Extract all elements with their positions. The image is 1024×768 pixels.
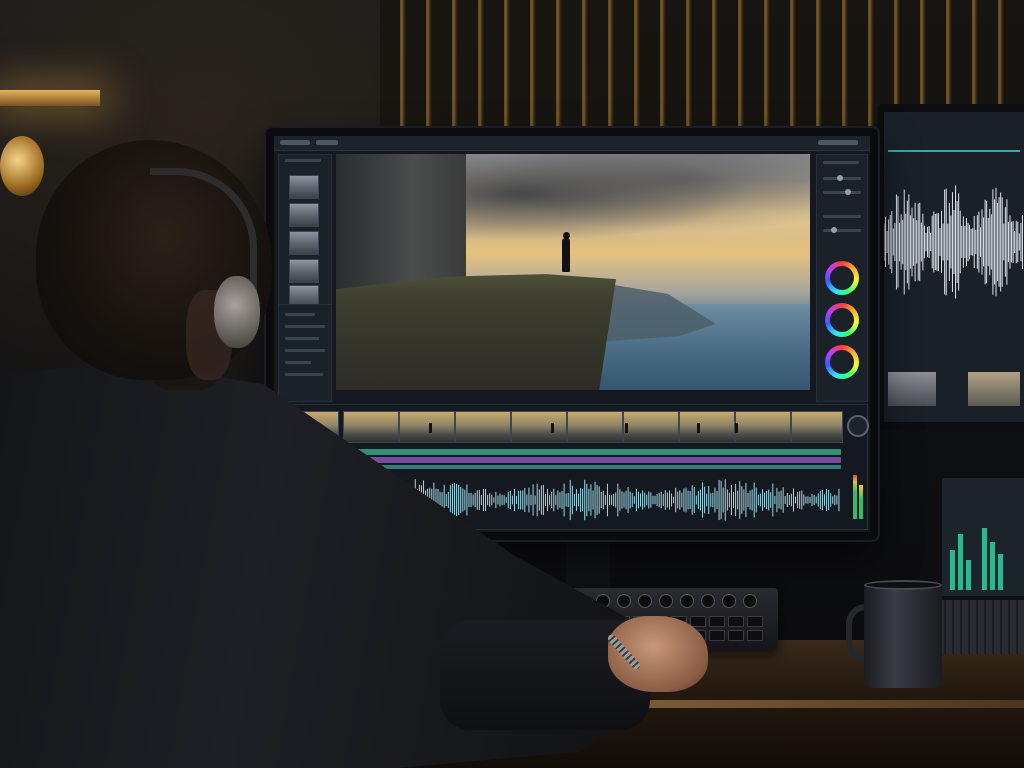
timeline-clip[interactable] xyxy=(735,411,791,443)
timeline-clip[interactable] xyxy=(791,411,843,443)
console-knob[interactable] xyxy=(617,594,631,608)
console-key[interactable] xyxy=(690,616,706,627)
color-wheel-icon[interactable] xyxy=(825,261,859,295)
inspector-row xyxy=(285,349,325,352)
color-wheel-icon[interactable] xyxy=(825,303,859,337)
media-thumbnail[interactable] xyxy=(289,203,319,227)
console-knob[interactable] xyxy=(680,594,694,608)
timeline-clip[interactable] xyxy=(343,411,399,443)
media-thumbnail[interactable] xyxy=(289,175,319,199)
laptop-screen-meters xyxy=(942,478,1024,596)
inspector-row xyxy=(285,361,311,364)
laptop-keyboard xyxy=(938,600,1024,654)
color-wheel-icon[interactable] xyxy=(825,345,859,379)
timeline-clip[interactable] xyxy=(567,411,623,443)
timeline-clip[interactable] xyxy=(399,411,455,443)
audio-track-bar[interactable] xyxy=(345,465,841,469)
clip-figure xyxy=(735,423,738,433)
level-meter xyxy=(990,542,995,590)
menu-item[interactable] xyxy=(818,140,858,145)
console-knob[interactable] xyxy=(638,594,652,608)
slider-knob[interactable] xyxy=(845,189,851,195)
inspector-row xyxy=(285,313,315,316)
menu-item[interactable] xyxy=(316,140,338,145)
inspector-row xyxy=(285,337,319,340)
level-meter xyxy=(950,550,955,590)
level-meter xyxy=(982,528,987,590)
slider-knob[interactable] xyxy=(837,175,843,181)
mug-rim xyxy=(864,580,942,590)
timeline-clip[interactable] xyxy=(455,411,511,443)
console-key[interactable] xyxy=(747,616,763,627)
silhouette-figure xyxy=(562,238,570,272)
level-meter xyxy=(998,554,1003,590)
audio-editor-screen xyxy=(884,112,1024,422)
video-preview-viewer[interactable] xyxy=(336,154,810,390)
audio-track-line xyxy=(888,150,1020,152)
laptop xyxy=(936,472,1024,600)
secondary-monitor xyxy=(878,104,1024,430)
clip-thumbnail xyxy=(888,372,936,406)
console-knob[interactable] xyxy=(659,594,673,608)
jog-wheel-icon[interactable] xyxy=(847,415,869,437)
timeline-clip[interactable] xyxy=(679,411,735,443)
clip-figure xyxy=(625,423,628,433)
color-grading-panel xyxy=(816,154,868,402)
level-meter xyxy=(966,560,971,590)
clip-thumbnail xyxy=(968,372,1020,406)
inspector-panel xyxy=(278,304,332,402)
console-knob[interactable] xyxy=(722,594,736,608)
clip-figure xyxy=(697,423,700,433)
grading-slider[interactable] xyxy=(823,229,861,232)
console-key[interactable] xyxy=(709,616,725,627)
timeline-clip[interactable] xyxy=(511,411,567,443)
clip-figure xyxy=(429,423,432,433)
menu-item[interactable] xyxy=(280,140,310,145)
panel-header xyxy=(823,161,859,164)
video-track-bar[interactable] xyxy=(345,449,841,455)
monitor-stand xyxy=(566,540,610,590)
audio-level-meter-left xyxy=(853,475,857,519)
media-thumbnail[interactable] xyxy=(289,231,319,255)
headphones-icon xyxy=(214,276,260,348)
brass-lamp xyxy=(0,136,44,196)
console-knob[interactable] xyxy=(743,594,757,608)
panel-header xyxy=(285,159,321,162)
console-knob[interactable] xyxy=(701,594,715,608)
timeline-clip[interactable] xyxy=(623,411,679,443)
inspector-row xyxy=(285,373,323,376)
coffee-mug-icon xyxy=(864,584,942,688)
inspector-row xyxy=(285,325,325,328)
glowing-shelf xyxy=(0,90,100,106)
grading-slider[interactable] xyxy=(823,191,861,194)
console-key[interactable] xyxy=(728,630,744,641)
audio-level-meter-right xyxy=(859,485,863,519)
grading-slider[interactable] xyxy=(823,215,861,218)
media-thumbnail[interactable] xyxy=(289,259,319,283)
level-meter xyxy=(958,534,963,590)
editor-topbar xyxy=(274,136,870,151)
slider-knob[interactable] xyxy=(831,227,837,233)
effects-track-bar[interactable] xyxy=(345,457,841,463)
clip-figure xyxy=(551,423,554,433)
console-key[interactable] xyxy=(709,630,725,641)
console-key[interactable] xyxy=(747,630,763,641)
console-key[interactable] xyxy=(728,616,744,627)
audio-waveform-large xyxy=(884,185,1023,299)
